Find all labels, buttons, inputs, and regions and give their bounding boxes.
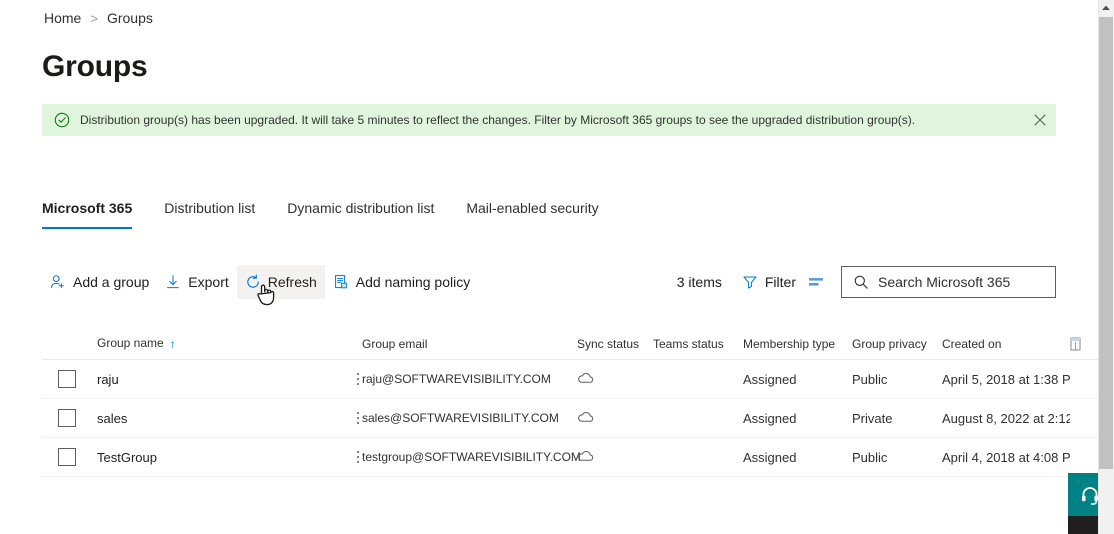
- cell-group-name: sales: [97, 411, 362, 426]
- sort-ascending-icon: ↑: [169, 337, 176, 351]
- cell-sync-status: [577, 372, 653, 387]
- command-bar: Add a group Export Refresh Add naming po…: [42, 265, 1056, 299]
- add-naming-policy-button[interactable]: Add naming policy: [325, 265, 478, 299]
- row-checkbox[interactable]: [58, 409, 76, 427]
- cloud-icon: [577, 372, 594, 384]
- tab-mail-enabled-security[interactable]: Mail-enabled security: [466, 198, 598, 229]
- search-input[interactable]: [878, 268, 1048, 296]
- cell-group-name: raju: [97, 372, 362, 387]
- search-box[interactable]: [841, 266, 1056, 298]
- tab-microsoft-365[interactable]: Microsoft 365: [42, 198, 133, 229]
- breadcrumb: Home > Groups: [44, 10, 153, 26]
- cell-group-privacy: Public: [852, 371, 888, 387]
- cell-sync-status: [577, 411, 653, 426]
- check-circle-icon: [54, 112, 70, 128]
- tab-list: Microsoft 365 Distribution list Dynamic …: [42, 198, 631, 238]
- cell-group-privacy: Public: [852, 449, 888, 465]
- groups-page: Home > Groups Groups Distribution group(…: [0, 0, 1114, 534]
- tab-dynamic-distribution-list[interactable]: Dynamic distribution list: [287, 198, 434, 229]
- cell-sync-status: [577, 450, 653, 465]
- group-name-link[interactable]: TestGroup: [97, 450, 157, 465]
- more-options-icon[interactable]: [350, 409, 366, 427]
- column-header-created-on[interactable]: Created on: [942, 337, 1070, 351]
- table-header-row: Group name ↑ Group email Sync status Team…: [42, 328, 1098, 360]
- tab-microsoft-365-label: Microsoft 365: [42, 200, 133, 216]
- more-options-icon[interactable]: [350, 370, 366, 388]
- cell-group-name: TestGroup: [97, 450, 362, 465]
- group-name-link[interactable]: raju: [97, 372, 119, 387]
- column-header-group-name[interactable]: Group name ↑: [97, 336, 362, 351]
- cell-group-email: raju@SOFTWAREVISIBILITY.COM: [362, 372, 551, 386]
- cell-created-on: April 4, 2018 at 4:08 PM: [942, 449, 1070, 465]
- cell-group-privacy: Private: [852, 410, 893, 426]
- chevron-up-icon[interactable]: [1098, 0, 1114, 16]
- row-checkbox-cell: [42, 370, 97, 388]
- tab-dynamic-distribution-list-label: Dynamic distribution list: [287, 200, 435, 216]
- item-count: 3 items: [676, 274, 722, 290]
- search-icon: [853, 274, 869, 290]
- download-icon: [165, 274, 181, 290]
- vertical-scrollbar[interactable]: [1098, 0, 1114, 534]
- table-row[interactable]: raju raju@SOFTWAREVISIBILITY.COM Assigne…: [42, 360, 1098, 399]
- export-button[interactable]: Export: [157, 265, 236, 299]
- message-bar-text: Distribution group(s) has been upgraded.…: [80, 113, 916, 127]
- tab-distribution-list-label: Distribution list: [164, 200, 256, 216]
- filter-button[interactable]: Filter: [736, 266, 802, 298]
- row-checkbox[interactable]: [58, 370, 76, 388]
- scrollbar-thumb[interactable]: [1099, 17, 1113, 469]
- export-label: Export: [188, 274, 229, 290]
- cloud-icon: [577, 450, 594, 462]
- list-options-icon[interactable]: [802, 266, 832, 298]
- command-bar-far-items: 3 items Filter: [677, 265, 1056, 299]
- column-options-icon[interactable]: [1070, 337, 1098, 351]
- column-header-group-privacy[interactable]: Group privacy: [852, 337, 942, 351]
- message-bar: Distribution group(s) has been upgraded.…: [42, 104, 1056, 136]
- add-a-group-label: Add a group: [73, 274, 150, 290]
- column-header-group-name-label: Group name: [97, 336, 164, 350]
- table-row[interactable]: sales sales@SOFTWAREVISIBILITY.COM Assig…: [42, 399, 1098, 438]
- tab-distribution-list[interactable]: Distribution list: [164, 198, 255, 229]
- refresh-button[interactable]: Refresh: [236, 265, 325, 299]
- cell-membership-type: Assigned: [743, 449, 797, 465]
- table-row[interactable]: TestGroup testgroup@SOFTWAREVISIBILITY.C…: [42, 438, 1098, 477]
- column-header-membership-type[interactable]: Membership type: [743, 337, 852, 351]
- cell-membership-type: Assigned: [743, 371, 797, 387]
- column-header-sync-status[interactable]: Sync status: [577, 337, 653, 351]
- page-title: Groups: [42, 50, 148, 83]
- group-name-link[interactable]: sales: [97, 411, 127, 426]
- row-checkbox[interactable]: [58, 448, 76, 466]
- breadcrumb-separator-icon: >: [90, 10, 98, 26]
- more-options-icon[interactable]: [350, 448, 366, 466]
- filter-label: Filter: [764, 274, 796, 290]
- command-bar-actions: Add a group Export Refresh Add naming po…: [42, 265, 478, 299]
- refresh-icon: [245, 274, 261, 290]
- add-a-group-button[interactable]: Add a group: [42, 265, 157, 299]
- row-checkbox-cell: [42, 409, 97, 427]
- tab-mail-enabled-security-label: Mail-enabled security: [466, 200, 599, 216]
- breadcrumb-groups[interactable]: Groups: [107, 10, 153, 26]
- cell-group-email: sales@SOFTWAREVISIBILITY.COM: [362, 411, 559, 425]
- add-user-icon: [50, 274, 66, 290]
- breadcrumb-home[interactable]: Home: [44, 10, 81, 26]
- cell-group-email: testgroup@SOFTWAREVISIBILITY.COM: [362, 450, 581, 464]
- refresh-label: Refresh: [267, 274, 317, 290]
- cell-created-on: April 5, 2018 at 1:38 PM: [942, 371, 1070, 387]
- cell-created-on: August 8, 2022 at 2:12 P: [942, 410, 1070, 426]
- column-header-teams-status[interactable]: Teams status: [653, 337, 743, 351]
- add-naming-policy-label: Add naming policy: [355, 274, 471, 290]
- funnel-icon: [742, 274, 758, 290]
- document-icon: [333, 274, 349, 290]
- column-header-group-email[interactable]: Group email: [362, 337, 577, 351]
- groups-table: Group name ↑ Group email Sync status Team…: [42, 328, 1098, 477]
- row-checkbox-cell: [42, 448, 97, 466]
- cloud-icon: [577, 411, 594, 423]
- cell-membership-type: Assigned: [743, 410, 797, 426]
- close-icon[interactable]: [1024, 104, 1056, 136]
